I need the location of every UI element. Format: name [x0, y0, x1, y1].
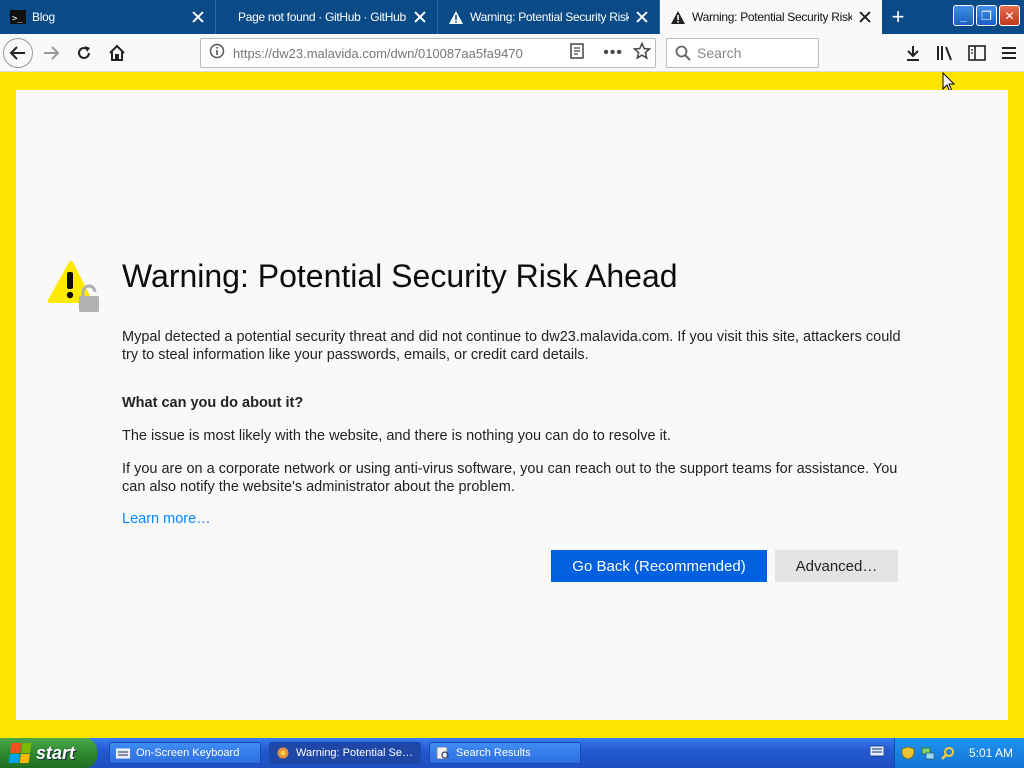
download-icon: [907, 46, 919, 61]
advanced-button[interactable]: Advanced…: [775, 550, 898, 582]
library-button[interactable]: [930, 38, 960, 68]
toolbar-right: [14, 38, 1024, 68]
plus-icon: +: [891, 4, 905, 29]
close-tab-icon[interactable]: [191, 10, 205, 24]
tab-warning-active[interactable]: Warning: Potential Security Risk A: [660, 0, 882, 34]
new-tab-button[interactable]: +: [882, 0, 914, 34]
close-window-button[interactable]: ✕: [999, 5, 1020, 26]
taskbar-item-search[interactable]: Search Results: [429, 742, 581, 764]
shield-icon[interactable]: [901, 746, 915, 760]
close-tab-icon[interactable]: [635, 10, 649, 24]
tab-label: Warning: Potential Security Risk A: [692, 10, 852, 24]
page-title: Warning: Potential Security Risk Ahead: [122, 258, 678, 294]
tab-github[interactable]: Page not found · GitHub · GitHub: [216, 0, 438, 34]
start-label: start: [36, 742, 76, 763]
close-tab-icon[interactable]: [858, 10, 872, 24]
downloads-button[interactable]: [898, 38, 928, 68]
tab-warning[interactable]: Warning: Potential Security Risk A: [438, 0, 660, 34]
intro-text: Mypal detected a potential security thre…: [122, 329, 901, 363]
sidebar-icon: [968, 45, 986, 61]
learn-more-link[interactable]: Learn more…: [122, 511, 211, 527]
sidebar-button[interactable]: [962, 38, 992, 68]
browser-icon: [277, 747, 289, 759]
paragraph-issue: The issue is most likely with the websit…: [122, 428, 671, 444]
close-tab-icon[interactable]: [413, 10, 427, 24]
tab-label: Warning: Potential Security Risk A: [470, 10, 629, 24]
windows-flag-icon: [8, 743, 32, 763]
search-icon[interactable]: [941, 746, 955, 760]
minimize-button[interactable]: _: [953, 5, 974, 26]
tab-strip: >_ Blog Page not found · GitHub · GitHub…: [0, 0, 1024, 34]
restore-icon: ❐: [981, 8, 992, 23]
system-tray: 5:01 AM: [894, 738, 1024, 768]
start-button[interactable]: start: [0, 738, 97, 768]
close-icon: ✕: [1004, 8, 1015, 23]
restore-button[interactable]: ❐: [976, 5, 997, 26]
svg-text:>_: >_: [12, 14, 23, 24]
tab-label: Blog: [32, 10, 55, 24]
warning-icon: [448, 9, 464, 25]
taskbar: start On-Screen Keyboard Warning: Potent…: [0, 738, 1024, 768]
security-warning-icon: [46, 260, 104, 319]
go-back-button[interactable]: Go Back (Recommended): [551, 550, 767, 582]
navigation-toolbar: https://dw23.malavida.com/dwn/010087aa5f…: [0, 34, 1024, 72]
network-icon[interactable]: [921, 746, 935, 760]
menu-button[interactable]: [994, 38, 1024, 68]
library-icon: [937, 46, 952, 61]
warning-icon: [670, 9, 686, 25]
search-results-icon: [436, 747, 449, 759]
hamburger-icon: [1002, 47, 1016, 59]
taskbar-item-keyboard[interactable]: On-Screen Keyboard: [109, 742, 261, 764]
section-heading: What can you do about it?: [122, 395, 304, 411]
paragraph-corporate: If you are on a corporate network or usi…: [122, 461, 898, 495]
taskbar-item-label: Warning: Potential Se…: [296, 747, 413, 759]
error-page: Warning: Potential Security Risk Ahead M…: [16, 90, 1008, 720]
clock[interactable]: 5:01 AM: [969, 746, 1013, 760]
taskbar-item-browser[interactable]: Warning: Potential Se…: [269, 742, 421, 764]
keyboard-layout-icon[interactable]: [870, 745, 884, 757]
taskbar-item-label: On-Screen Keyboard: [136, 747, 240, 759]
minimize-icon: _: [960, 8, 967, 23]
keyboard-icon: [116, 748, 130, 759]
terminal-icon: >_: [10, 9, 26, 25]
tab-blog[interactable]: >_ Blog: [0, 0, 216, 34]
taskbar-item-label: Search Results: [456, 747, 531, 759]
window-controls: _ ❐ ✕: [953, 5, 1020, 26]
tab-label: Page not found · GitHub · GitHub: [238, 10, 406, 24]
